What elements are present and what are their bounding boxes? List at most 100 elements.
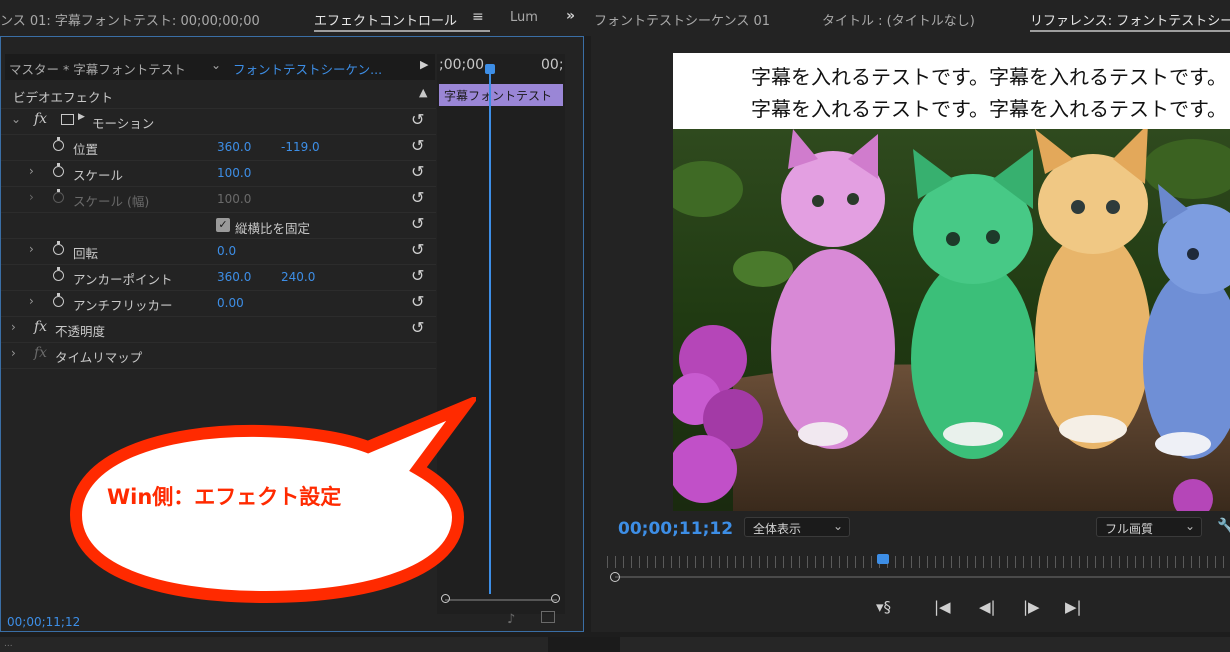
marker-icon[interactable]: ▾§	[876, 598, 891, 616]
video-frame[interactable]: 字幕を入れるテストです。字幕を入れるテストです。 字幕を入れるテストです。字幕を…	[673, 53, 1230, 511]
program-playhead[interactable]	[877, 554, 889, 564]
go-out-icon[interactable]: ▶|	[1065, 598, 1082, 616]
clip-bar[interactable]: 字幕フォントテスト	[439, 84, 563, 106]
step-back-icon[interactable]: ◀|	[979, 598, 996, 616]
bottom-right-panel	[620, 637, 1230, 652]
param-rotation: › 回転 0.0 ↺	[1, 238, 436, 265]
motion-label: モーション	[92, 116, 155, 131]
scale-value[interactable]: 100.0	[217, 166, 251, 180]
playhead-line[interactable]	[489, 64, 491, 594]
uniform-scale-label: 縦横比を固定	[235, 221, 311, 236]
program-timecode[interactable]: 00;00;11;12	[618, 519, 733, 539]
stopwatch-icon[interactable]	[53, 163, 64, 177]
reset-icon[interactable]: ↺	[411, 188, 424, 207]
more-panels-icon[interactable]: »	[566, 8, 575, 24]
chevron-down-icon: ⌄	[1184, 519, 1195, 533]
reset-icon[interactable]: ↺	[411, 292, 424, 311]
reset-icon[interactable]: ↺	[411, 214, 424, 233]
param-position: 位置 360.0 -119.0 ↺	[1, 134, 436, 161]
active-tab-underline-right	[1030, 30, 1230, 32]
quality-dropdown[interactable]: フル画質 ⌄	[1096, 517, 1202, 537]
scale-label: スケール	[73, 168, 124, 183]
reset-icon[interactable]: ↺	[411, 318, 424, 337]
callout-text: Win側：エフェクト設定	[107, 485, 342, 509]
clip-bar-label: 字幕フォントテスト	[444, 89, 553, 103]
reset-icon[interactable]: ↺	[411, 136, 424, 155]
timeremap-label: タイムリマップ	[55, 350, 143, 365]
flicker-value[interactable]: 0.00	[217, 296, 244, 310]
step-forward-icon[interactable]: |▶	[1023, 598, 1040, 616]
uniform-scale-checkbox[interactable]: ✓	[216, 218, 230, 232]
effect-timecode[interactable]: 00;00;11;12	[7, 615, 80, 629]
tab-reference[interactable]: リファレンス: フォントテストシーケ	[1030, 10, 1230, 29]
wrench-icon[interactable]: 🔧	[1217, 517, 1230, 535]
position-x-value[interactable]: 360.0	[217, 140, 251, 154]
zoom-handle-right[interactable]	[551, 594, 560, 603]
fx-icon[interactable]: fx	[34, 319, 47, 335]
clip-header: マスター * 字幕フォントテスト ⌄ フォントテストシーケン... ▶	[5, 54, 435, 80]
transform-icon[interactable]	[61, 114, 74, 125]
tab-title[interactable]: タイトル : (タイトルなし)	[822, 10, 975, 29]
chevron-down-icon: ⌄	[832, 519, 843, 533]
play-icon[interactable]: ▶	[420, 58, 428, 71]
top-tab-bar: ンス 01: 字幕フォントテスト: 00;00;00;00 エフェクトコントロー…	[0, 0, 1230, 36]
subtitle-band: 字幕を入れるテストです。字幕を入れるテストです。 字幕を入れるテストです。字幕を…	[673, 53, 1230, 129]
bottom-left-text: ...	[4, 639, 13, 649]
effect-opacity[interactable]: › fx 不透明度 ↺	[1, 316, 436, 343]
chevron-down-icon[interactable]: ⌄	[211, 58, 221, 72]
active-tab-underline	[314, 30, 490, 32]
go-in-icon[interactable]: |◀	[934, 598, 951, 616]
stopwatch-icon[interactable]	[53, 241, 64, 255]
collapse-icon[interactable]: ▲	[419, 86, 427, 99]
tab-program[interactable]: フォントテストシーケンス 01	[594, 10, 770, 29]
scroll-handle[interactable]	[610, 572, 620, 582]
zoom-dropdown-value: 全体表示	[753, 522, 802, 536]
effect-motion[interactable]: ⌄ fx ▶ モーション ↺	[1, 108, 436, 135]
anchor-label: アンカーポイント	[73, 272, 173, 287]
anchor-y-value[interactable]: 240.0	[281, 270, 315, 284]
reset-icon[interactable]: ↺	[411, 162, 424, 181]
stopwatch-icon[interactable]	[53, 293, 64, 307]
position-y-value[interactable]: -119.0	[281, 140, 320, 154]
export-icon[interactable]	[541, 611, 555, 623]
scale-width-label: スケール (幅)	[73, 194, 150, 209]
reset-icon[interactable]: ↺	[411, 110, 424, 129]
param-anti-flicker: › アンチフリッカー 0.00 ↺	[1, 290, 436, 317]
zoom-dropdown[interactable]: 全体表示 ⌄	[744, 517, 850, 537]
section-video-effects-label: ビデオエフェクト	[13, 90, 114, 105]
scale-width-value: 100.0	[217, 192, 252, 206]
cursor-icon: ▶	[78, 112, 85, 122]
param-uniform-scale: ✓ 縦横比を固定 ↺	[1, 212, 436, 239]
anchor-x-value[interactable]: 360.0	[217, 270, 251, 284]
chevron-right-icon[interactable]: ›	[11, 320, 16, 334]
ruler-start: ;00;00	[439, 57, 485, 73]
rotation-label: 回転	[73, 246, 99, 261]
effect-controls-panel: マスター * 字幕フォントテスト ⌄ フォントテストシーケン... ▶ ;00;…	[0, 36, 584, 632]
quality-dropdown-value: フル画質	[1105, 522, 1154, 536]
chevron-right-icon[interactable]: ›	[11, 346, 16, 360]
tab-sequence[interactable]: ンス 01: 字幕フォントテスト: 00;00;00;00	[0, 10, 260, 29]
stopwatch-icon[interactable]	[53, 267, 64, 281]
audio-icon[interactable]: ♪	[507, 612, 515, 627]
playhead-handle[interactable]	[485, 64, 495, 74]
rotation-value[interactable]: 0.0	[217, 244, 236, 258]
chevron-down-icon[interactable]: ⌄	[11, 112, 21, 126]
fx-icon[interactable]: fx	[34, 111, 47, 127]
param-anchor-point: アンカーポイント 360.0 240.0 ↺	[1, 264, 436, 291]
tab-effect-controls[interactable]: エフェクトコントロール	[314, 10, 457, 29]
chevron-right-icon[interactable]: ›	[29, 242, 34, 256]
reset-icon[interactable]: ↺	[411, 240, 424, 259]
bottom-left-panel: ...	[0, 637, 548, 652]
chevron-right-icon[interactable]: ›	[29, 164, 34, 178]
stopwatch-icon[interactable]	[53, 137, 64, 151]
menu-icon[interactable]: ≡	[472, 9, 484, 25]
chevron-right-icon[interactable]: ›	[29, 294, 34, 308]
time-ruler[interactable]	[607, 556, 1230, 568]
program-scrollbar[interactable]	[615, 576, 1230, 578]
tab-lumetri[interactable]: Lum	[510, 10, 538, 25]
effect-time-remap[interactable]: › fx タイムリマップ	[1, 342, 436, 369]
fx-icon: fx	[34, 345, 48, 361]
sequence-clip-link[interactable]: フォントテストシーケン...	[233, 59, 382, 78]
reset-icon[interactable]: ↺	[411, 266, 424, 285]
position-label: 位置	[73, 142, 99, 157]
